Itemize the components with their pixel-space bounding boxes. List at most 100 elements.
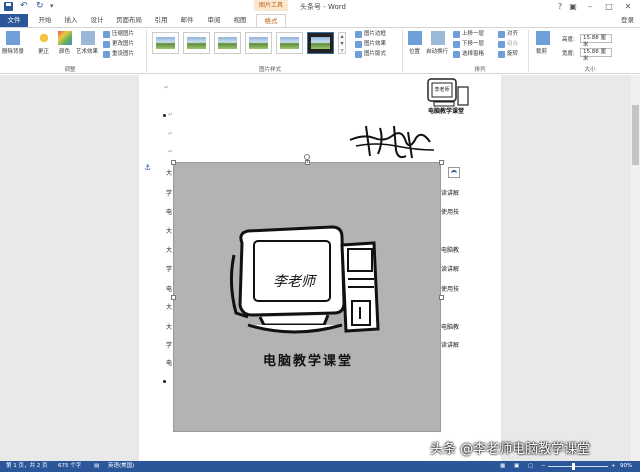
- minimize-icon[interactable]: –: [583, 1, 597, 13]
- zoom-slider[interactable]: [548, 466, 608, 467]
- crop-button[interactable]: 裁剪: [536, 47, 547, 55]
- body-text: 大: [166, 324, 173, 331]
- paragraph-mark: ↵: [168, 148, 174, 155]
- picture-style-thumb-selected[interactable]: [307, 32, 334, 54]
- body-text: 学: [166, 342, 173, 349]
- picture-effects-button[interactable]: 图片效果: [355, 40, 386, 49]
- rotate-button[interactable]: 旋转: [498, 50, 518, 59]
- sign-in-link[interactable]: 登录: [621, 14, 634, 27]
- proofing-icon[interactable]: ▤: [94, 461, 99, 472]
- color-icon[interactable]: [58, 31, 72, 45]
- layout-options-icon[interactable]: [448, 167, 460, 178]
- tab-format[interactable]: 格式: [256, 14, 286, 27]
- tab-references[interactable]: 引用: [150, 14, 172, 27]
- rotate-handle[interactable]: [304, 154, 310, 160]
- color-button[interactable]: 颜色: [59, 47, 70, 55]
- redo-icon[interactable]: ↻: [36, 2, 45, 11]
- send-backward-button[interactable]: 下移一层: [453, 40, 484, 49]
- image-caption: 电脑教学课堂: [262, 354, 353, 369]
- remove-background-icon[interactable]: [6, 31, 20, 45]
- gallery-scroll-icon[interactable]: ▴ ▾ ▿: [338, 32, 346, 54]
- resize-handle[interactable]: [171, 160, 176, 165]
- zoom-in-icon[interactable]: +: [611, 461, 616, 472]
- save-icon[interactable]: [4, 2, 13, 11]
- window-title: 头条号 - Word: [300, 3, 346, 11]
- zoom-slider-knob[interactable]: [572, 463, 575, 470]
- position-button[interactable]: 位置: [409, 47, 420, 55]
- resize-handle[interactable]: [439, 160, 444, 165]
- reset-picture-button[interactable]: 重设图片: [103, 50, 134, 59]
- group-label-size: 大小: [584, 67, 596, 73]
- body-text-fragment: 使用技: [441, 286, 460, 293]
- tab-insert[interactable]: 插入: [60, 14, 82, 27]
- language[interactable]: 英语(美国): [108, 461, 134, 472]
- image-handwriting: 李老师: [273, 274, 315, 290]
- body-text-fragment: 读讲解: [441, 190, 460, 197]
- height-field[interactable]: 15.88 厘米: [580, 34, 612, 48]
- bullet: [163, 114, 166, 117]
- body-text-fragment: 使用技: [441, 209, 460, 216]
- selected-picture[interactable]: 李老师 电脑教学课堂: [173, 162, 441, 432]
- align-button[interactable]: 对齐: [498, 30, 518, 39]
- wrap-text-icon[interactable]: [431, 31, 445, 45]
- tab-file[interactable]: 文件: [0, 14, 28, 27]
- group-separator: [528, 30, 529, 72]
- resize-handle[interactable]: [171, 295, 176, 300]
- small-logo-caption: 电脑教学课堂: [427, 108, 464, 115]
- anchor-icon: ⚓: [144, 163, 152, 172]
- scrollbar-thumb[interactable]: [632, 105, 639, 165]
- maximize-icon[interactable]: □: [602, 1, 616, 13]
- zoom-out-icon[interactable]: −: [541, 461, 546, 472]
- remove-background-button[interactable]: 删除背景: [2, 47, 24, 55]
- paragraph-mark: ↵: [164, 84, 170, 91]
- body-text: 学: [166, 266, 173, 273]
- artistic-effects-icon[interactable]: [81, 31, 95, 45]
- ribbon-display-icon[interactable]: ▣: [566, 1, 580, 13]
- body-text-fragment: 读讲解: [441, 342, 460, 349]
- body-text-fragment: 电脑教: [441, 247, 460, 254]
- undo-icon[interactable]: ↶: [20, 2, 29, 11]
- picture-style-thumb[interactable]: [214, 32, 241, 54]
- group-separator: [402, 30, 403, 72]
- compress-pictures-button[interactable]: 压缩图片: [103, 30, 134, 39]
- signature-image[interactable]: [346, 120, 436, 164]
- crop-icon[interactable]: [536, 31, 550, 45]
- group-label-arrange: 排列: [474, 67, 486, 73]
- picture-style-thumb[interactable]: [152, 32, 179, 54]
- view-print-icon[interactable]: ▣: [514, 461, 519, 472]
- position-icon[interactable]: [408, 31, 422, 45]
- tab-review[interactable]: 审阅: [203, 14, 225, 27]
- help-icon[interactable]: ?: [553, 1, 567, 13]
- close-icon[interactable]: ✕: [621, 1, 635, 13]
- wrap-text-button[interactable]: 自动换行: [426, 47, 448, 55]
- view-web-icon[interactable]: ▢: [528, 461, 533, 472]
- tab-mailings[interactable]: 邮件: [176, 14, 198, 27]
- body-text: 学: [166, 190, 173, 197]
- picture-style-thumb[interactable]: [245, 32, 272, 54]
- picture-border-button[interactable]: 图片边框: [355, 30, 386, 39]
- corrections-button[interactable]: 更正: [38, 47, 49, 55]
- width-field[interactable]: 15.88 厘米: [580, 48, 612, 62]
- zoom-level[interactable]: 90%: [620, 461, 632, 472]
- tab-page-layout[interactable]: 页面布局: [112, 14, 146, 27]
- word-count[interactable]: 675 个字: [58, 461, 81, 472]
- picture-layout-button[interactable]: 图片版式: [355, 50, 386, 59]
- bring-forward-button[interactable]: 上移一层: [453, 30, 484, 39]
- view-read-icon[interactable]: ▦: [500, 461, 505, 472]
- tab-home[interactable]: 开始: [34, 14, 56, 27]
- bullet: [163, 380, 166, 383]
- tab-view[interactable]: 视图: [229, 14, 251, 27]
- selection-pane-button[interactable]: 选择窗格: [453, 50, 484, 59]
- customize-qat-icon[interactable]: ▾: [50, 2, 59, 11]
- group-button[interactable]: 组合: [498, 40, 518, 49]
- resize-handle[interactable]: [439, 295, 444, 300]
- vertical-scrollbar[interactable]: [631, 75, 640, 461]
- corrections-icon[interactable]: [37, 31, 51, 45]
- page-count[interactable]: 第 1 页，共 2 页: [6, 461, 48, 472]
- status-bar: 第 1 页，共 2 页 675 个字 ▤ 英语(美国) ▦ ▣ ▢ − + 90…: [0, 461, 640, 472]
- picture-style-thumb[interactable]: [183, 32, 210, 54]
- artistic-effects-button[interactable]: 艺术效果: [76, 47, 98, 55]
- tab-design[interactable]: 设计: [86, 14, 108, 27]
- picture-style-thumb[interactable]: [276, 32, 303, 54]
- change-picture-button[interactable]: 更改图片: [103, 40, 134, 49]
